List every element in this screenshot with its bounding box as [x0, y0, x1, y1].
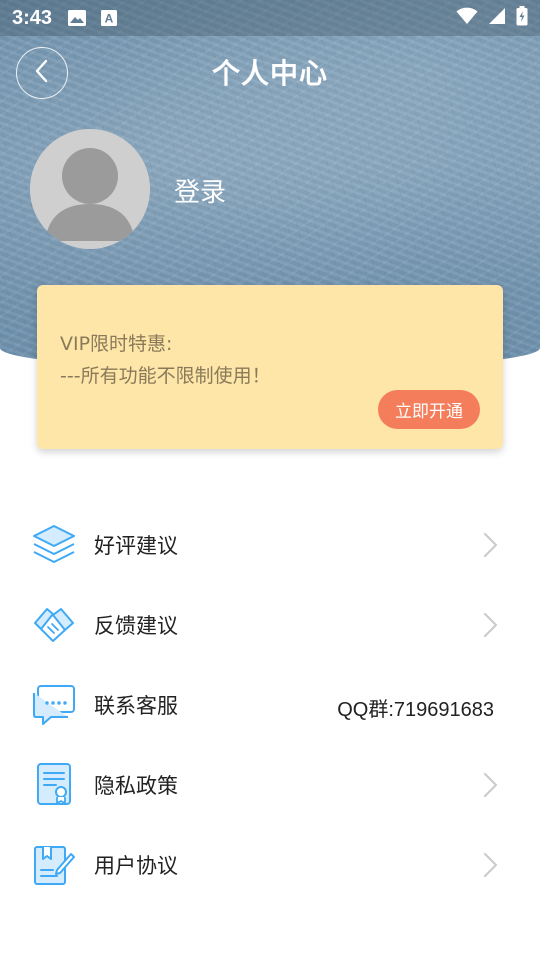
document-certificate-icon	[30, 761, 78, 809]
menu-item-privacy-policy[interactable]: 隐私政策	[0, 745, 540, 825]
vip-promo-card: VIP限时特惠: ---所有功能不限制使用！ 立即开通	[37, 285, 503, 449]
battery-charging-icon	[516, 6, 528, 30]
handshake-icon	[30, 601, 78, 649]
menu-item-label: 隐私政策	[94, 774, 178, 798]
menu-item-rating[interactable]: 好评建议	[0, 505, 540, 585]
menu-item-label: 反馈建议	[94, 614, 178, 638]
chevron-right-icon	[480, 851, 500, 879]
vip-promo-subtitle: ---所有功能不限制使用！	[60, 365, 271, 387]
settings-menu: 好评建议 反馈建议 联系客服 QQ群:719691683 隐私政策 用户协议	[0, 505, 540, 905]
menu-item-customer-service[interactable]: 联系客服 QQ群:719691683	[0, 665, 540, 745]
status-time: 3:43	[12, 6, 53, 29]
menu-item-label: 好评建议	[94, 534, 178, 558]
chevron-right-icon	[480, 611, 500, 639]
status-bar: 3:43 A	[0, 0, 540, 36]
text-a-icon: A	[98, 7, 120, 29]
activate-vip-button[interactable]: 立即开通	[378, 390, 480, 429]
agreement-edit-icon	[30, 841, 78, 889]
chevron-right-icon	[480, 531, 500, 559]
page-title: 个人中心	[211, 57, 328, 90]
svg-text:A: A	[105, 12, 114, 26]
wifi-icon	[456, 7, 478, 29]
avatar[interactable]	[30, 129, 150, 249]
menu-item-label: 用户协议	[94, 854, 178, 878]
menu-item-feedback[interactable]: 反馈建议	[0, 585, 540, 665]
image-icon	[66, 7, 88, 29]
login-link[interactable]: 登录	[174, 172, 226, 209]
chat-bubble-icon	[30, 681, 78, 729]
chevron-right-icon	[480, 771, 500, 799]
menu-item-user-agreement[interactable]: 用户协议	[0, 825, 540, 905]
layers-icon	[30, 521, 78, 569]
signal-icon	[488, 7, 506, 29]
menu-item-label: 联系客服	[94, 694, 178, 718]
qq-group-number: QQ群:719691683	[337, 699, 494, 721]
vip-promo-title: VIP限时特惠:	[60, 333, 173, 355]
